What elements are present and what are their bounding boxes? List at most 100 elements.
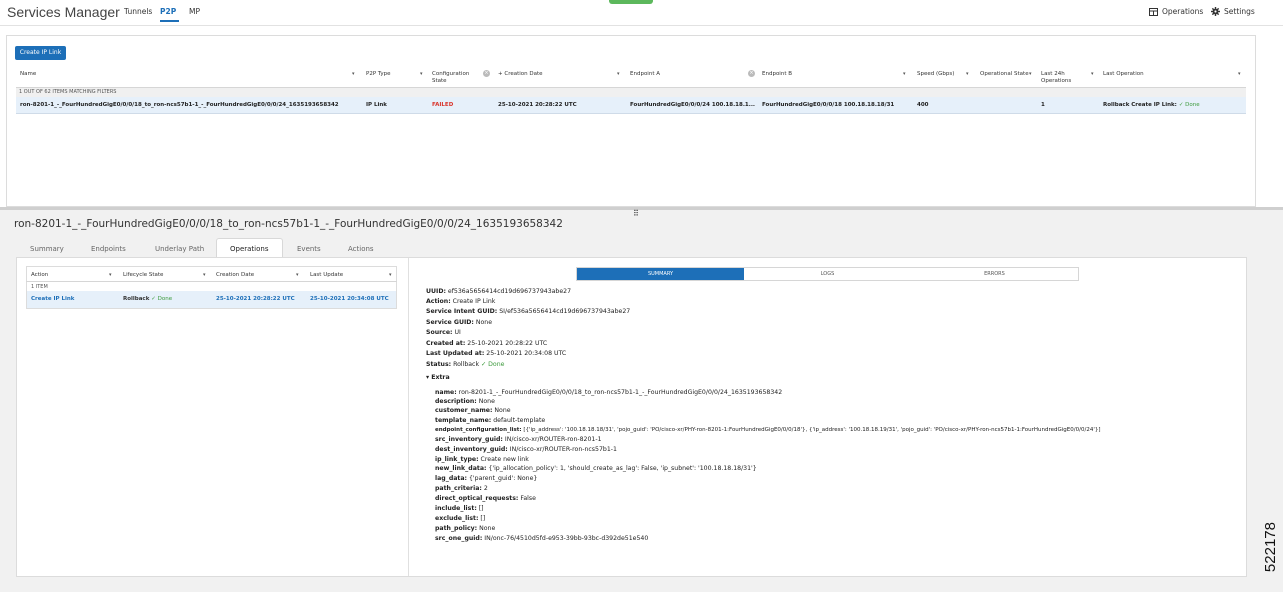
extra-toggle[interactable]: ▾ Extra <box>426 374 450 381</box>
chevron-down-icon[interactable]: ▾ <box>296 272 299 278</box>
row-endpoint-a: FourHundredGigE0/0/0/24 100.18.18.1... <box>630 102 756 108</box>
drag-handle-icon[interactable]: ⠿ <box>633 209 639 218</box>
card-divider <box>408 258 409 576</box>
extra-field-src-one-guid: src_one_guid: IN/onc-76/4510d5fd-e953-39… <box>435 535 649 542</box>
chevron-down-icon[interactable]: ▾ <box>966 71 969 77</box>
chevron-down-icon[interactable]: ▾ <box>1029 71 1032 77</box>
summary-field-uuid: UUID: ef536a5656414cd19d696737943abe27 <box>426 288 572 295</box>
ops-column-lifecycle-state[interactable]: Lifecycle State <box>123 272 163 278</box>
summary-field-created-at: Created at: 25-10-2021 20:28:22 UTC <box>426 340 548 347</box>
extra-field-name: name: ron-8201-1_-_FourHundredGigE0/0/0/… <box>435 389 783 396</box>
settings-link[interactable]: Settings <box>1211 7 1255 16</box>
column-header-endpoint-b[interactable]: Endpoint B <box>762 71 792 78</box>
tab-underlay-path[interactable]: Underlay Path <box>155 245 204 253</box>
nav-tab-mp[interactable]: MP <box>189 7 200 16</box>
subtab-summary[interactable]: SUMMARY <box>577 268 744 280</box>
ops-column-action[interactable]: Action <box>31 272 48 278</box>
clear-filter-icon[interactable]: × <box>748 70 755 77</box>
tab-endpoints[interactable]: Endpoints <box>91 245 126 253</box>
column-header-p2p-type[interactable]: P2P Type <box>366 71 391 78</box>
summary-field-service-guid: Service GUID: None <box>426 319 493 326</box>
extra-field-ip-link-type: ip_link_type: Create new link <box>435 456 529 463</box>
chevron-down-icon[interactable]: ▾ <box>352 71 355 77</box>
tab-operations-label[interactable]: Operations <box>230 245 268 253</box>
chevron-down-icon[interactable]: ▾ <box>617 71 620 77</box>
summary-field-last-updated-at: Last Updated at: 25-10-2021 20:34:08 UTC <box>426 350 567 357</box>
extra-field-endpoint-configuration-list: endpoint_configuration_list: [{'ip_addre… <box>435 427 1101 433</box>
column-header-last-operation[interactable]: Last Operation <box>1103 71 1144 78</box>
ops-item-count: 1 ITEM <box>31 284 48 290</box>
last-operation-text: Rollback Create IP Link: <box>1103 102 1177 108</box>
ops-column-last-update[interactable]: Last Update <box>310 272 343 278</box>
row-last-24h: 1 <box>1041 102 1045 108</box>
extra-field-lag-data: lag_data: {'parent_guid': None} <box>435 475 538 482</box>
row-speed: 400 <box>917 102 929 108</box>
top-indicator <box>609 0 653 4</box>
tab-summary[interactable]: Summary <box>30 245 64 253</box>
filter-summary-bar <box>16 88 1246 97</box>
chevron-down-icon[interactable]: ▾ <box>903 71 906 77</box>
row-creation-date: 25-10-2021 20:28:22 UTC <box>498 102 577 108</box>
ops-column-creation-date[interactable]: Creation Date <box>216 272 254 278</box>
column-header-operational-state[interactable]: Operational State <box>980 71 1029 78</box>
summary-field-status: Status: Rollback ✓ Done <box>426 361 505 368</box>
chevron-down-icon[interactable]: ▾ <box>203 272 206 278</box>
column-header-last-24h-operations[interactable]: Last 24h Operations <box>1041 71 1083 85</box>
summary-field-service-intent-guid: Service Intent GUID: SI/ef536a5656414cd1… <box>426 308 631 315</box>
extra-field-path-criteria: path_criteria: 2 <box>435 485 488 492</box>
ops-row-action[interactable]: Create IP Link <box>31 296 74 302</box>
row-p2p-type: IP Link <box>366 102 387 108</box>
row-config-state: FAILED <box>432 102 454 108</box>
ops-header-divider <box>26 281 397 282</box>
lifecycle-status: ✓ Done <box>151 296 173 302</box>
gear-icon <box>1211 7 1220 16</box>
tab-events[interactable]: Events <box>297 245 321 253</box>
extra-field-new-link-data: new_link_data: {'ip_allocation_policy': … <box>435 465 757 472</box>
clear-filter-icon[interactable]: × <box>483 70 490 77</box>
row-name[interactable]: ron-8201-1_-_FourHundredGigE0/0/0/18_to_… <box>20 102 339 108</box>
nav-tab-p2p[interactable]: P2P <box>160 7 176 16</box>
subtab-errors[interactable]: ERRORS <box>911 268 1078 280</box>
extra-field-src-inventory-guid: src_inventory_guid: IN/cisco-xr/ROUTER-r… <box>435 436 602 443</box>
ops-row-creation-date: 25-10-2021 20:28:22 UTC <box>216 296 295 302</box>
column-header-configuration-state[interactable]: Configuration State <box>432 71 476 85</box>
column-header-speed[interactable]: Speed (Gbps) <box>917 71 954 78</box>
operations-label: Operations <box>1162 7 1204 16</box>
extra-field-path-policy: path_policy: None <box>435 525 496 532</box>
settings-label: Settings <box>1224 7 1255 16</box>
extra-field-customer-name: customer_name: None <box>435 407 511 414</box>
extra-field-template-name: template_name: default-template <box>435 417 546 424</box>
ops-row-lifecycle: Rollback ✓ Done <box>123 296 172 302</box>
subtab-logs[interactable]: LOGS <box>744 268 911 280</box>
links-table-panel <box>6 35 1256 207</box>
lifecycle-text: Rollback <box>123 296 150 302</box>
ops-row-last-update: 25-10-2021 20:34:08 UTC <box>310 296 389 302</box>
chevron-down-icon[interactable]: ▾ <box>420 71 423 77</box>
pane-splitter[interactable] <box>0 207 1283 210</box>
column-header-creation-date[interactable]: + Creation Date <box>498 71 543 78</box>
tab-actions[interactable]: Actions <box>348 245 374 253</box>
extra-field-dest-inventory-guid: dest_inventory_guid: IN/cisco-xr/ROUTER-… <box>435 446 617 453</box>
chevron-down-icon[interactable]: ▾ <box>109 272 112 278</box>
extra-field-direct-optical-requests: direct_optical_requests: False <box>435 495 536 502</box>
chevron-down-icon[interactable]: ▾ <box>1238 71 1241 77</box>
nav-tab-tunnels[interactable]: Tunnels <box>124 7 152 16</box>
operations-link[interactable]: Operations <box>1149 7 1203 16</box>
chevron-down-icon[interactable]: ▾ <box>1091 71 1094 77</box>
create-ip-link-button[interactable]: Create IP Link <box>15 46 66 60</box>
column-header-endpoint-a[interactable]: Endpoint A <box>630 71 660 78</box>
summary-field-action: Action: Create IP Link <box>426 298 496 305</box>
row-last-operation: Rollback Create IP Link: ✓ Done <box>1103 102 1200 108</box>
column-header-name[interactable]: Name <box>20 71 36 78</box>
extra-field-description: description: None <box>435 398 495 405</box>
detail-title: ron-8201-1_-_FourHundredGigE0/0/0/18_to_… <box>14 218 563 230</box>
figure-id: 522178 <box>1262 522 1279 573</box>
filter-summary-text: 1 OUT OF 62 ITEMS MATCHING FILTERS <box>19 89 117 95</box>
header-divider <box>0 25 1283 26</box>
app-title: Services Manager <box>7 4 120 20</box>
summary-field-source: Source: UI <box>426 329 461 336</box>
extra-field-exclude-list: exclude_list: [] <box>435 515 486 522</box>
chevron-down-icon[interactable]: ▾ <box>389 272 392 278</box>
last-operation-status: ✓ Done <box>1178 102 1200 108</box>
summary-subtabs: SUMMARY LOGS ERRORS <box>576 267 1079 281</box>
